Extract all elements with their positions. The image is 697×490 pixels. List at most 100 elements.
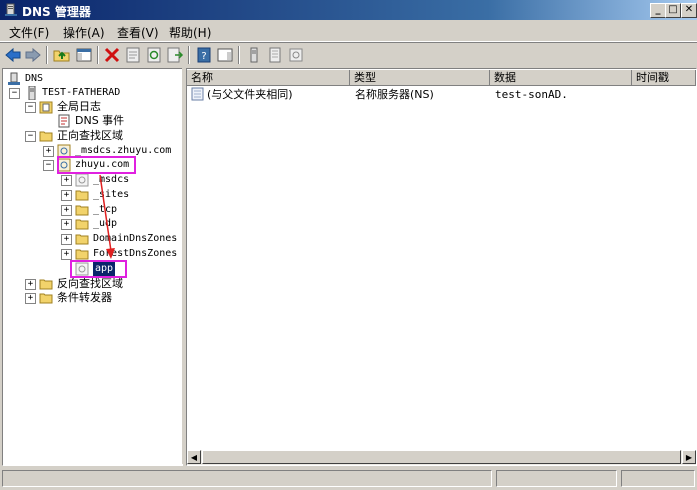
- folder-icon: [39, 131, 53, 142]
- menu-file[interactable]: 文件(F): [9, 24, 49, 41]
- show-hide-tree-button[interactable]: [75, 46, 93, 64]
- show-action-pane-button[interactable]: [216, 46, 234, 64]
- refresh-icon: [147, 47, 161, 63]
- expand-toggle[interactable]: +: [61, 234, 72, 245]
- log-folder-icon: [39, 101, 53, 114]
- highlight-box-app: [70, 260, 127, 278]
- column-header-timestamp[interactable]: 时间戳: [632, 70, 696, 86]
- zone-button[interactable]: [287, 46, 305, 64]
- title-bar: DNS 管理器 _ □ ✕: [0, 0, 697, 20]
- horizontal-scrollbar[interactable]: ◀ ▶: [187, 450, 696, 465]
- dns-app-icon: [5, 3, 17, 16]
- cell-name: (与父文件夹相同): [207, 88, 293, 101]
- action-pane-icon: [217, 48, 233, 62]
- scroll-thumb[interactable]: [202, 450, 681, 464]
- menu-bar: 文件(F) 操作(A) 查看(V) 帮助(H): [0, 21, 697, 42]
- minimize-button[interactable]: _: [650, 3, 666, 18]
- status-panel-main: [2, 470, 492, 487]
- toolbar-separator: [97, 46, 99, 64]
- menu-action[interactable]: 操作(A): [63, 24, 105, 41]
- delete-x-icon: [104, 47, 120, 63]
- collapse-toggle[interactable]: −: [9, 88, 20, 99]
- svg-text:?: ?: [201, 51, 206, 62]
- help-icon: ?: [197, 47, 211, 63]
- column-header-data[interactable]: 数据: [490, 70, 632, 86]
- tree-label: DNS: [25, 73, 44, 84]
- maximize-button[interactable]: □: [665, 3, 681, 18]
- toolbar-separator: [238, 46, 240, 64]
- properties-button[interactable]: [124, 46, 142, 64]
- menu-view[interactable]: 查看(V): [117, 24, 159, 41]
- expand-toggle[interactable]: +: [43, 146, 54, 157]
- menu-help[interactable]: 帮助(H): [169, 24, 211, 41]
- dns-root-icon: [8, 72, 20, 85]
- cell-type: 名称服务器(NS): [355, 88, 434, 101]
- tree-label: 反向查找区域: [57, 277, 123, 290]
- close-button[interactable]: ✕: [681, 3, 697, 18]
- status-panel-3: [621, 470, 695, 487]
- server-button[interactable]: [245, 46, 263, 64]
- expand-toggle[interactable]: +: [61, 249, 72, 260]
- scroll-left-button[interactable]: ◀: [187, 450, 201, 464]
- forward-arrow-icon: [25, 47, 41, 63]
- column-header-type[interactable]: 类型: [350, 70, 490, 86]
- forward-button[interactable]: [24, 46, 42, 64]
- console-tree-icon: [76, 48, 92, 62]
- folder-icon: [39, 293, 53, 304]
- tree-label: _sites: [93, 189, 130, 200]
- server-icon: [28, 86, 36, 100]
- toolbar: ?: [0, 42, 697, 68]
- event-log-icon: [58, 114, 70, 128]
- console-tree-pane[interactable]: DNS − TEST-FATHERAD − 全局日志 DNS 事件 − 正向查找…: [2, 68, 183, 466]
- status-bar: [0, 467, 697, 490]
- scroll-right-button[interactable]: ▶: [682, 450, 696, 464]
- tree-label: _udp: [93, 218, 118, 229]
- tree-label: ForestDnsZones: [93, 248, 178, 259]
- details-list-pane[interactable]: 名称 类型 数据 时间戳 (与父文件夹相同) 名称服务器(NS) test-so…: [186, 68, 697, 466]
- toolbar-separator: [46, 46, 48, 64]
- tree-label: 正向查找区域: [57, 129, 123, 142]
- tree-label: DNS 事件: [75, 114, 125, 127]
- folder-icon: [75, 249, 89, 260]
- collapse-toggle[interactable]: −: [25, 131, 36, 142]
- expand-toggle[interactable]: +: [61, 175, 72, 186]
- records-button[interactable]: [266, 46, 284, 64]
- folder-icon: [75, 219, 89, 230]
- column-header-name[interactable]: 名称: [187, 70, 350, 86]
- tree-label: DomainDnsZones: [93, 233, 178, 244]
- expand-toggle[interactable]: +: [61, 219, 72, 230]
- help-button[interactable]: ?: [195, 46, 213, 64]
- folder-up-icon: [53, 50, 70, 62]
- tree-label: _msdcs: [93, 174, 130, 185]
- export-icon: [167, 47, 184, 63]
- up-level-button[interactable]: [53, 46, 71, 64]
- tree-label: TEST-FATHERAD: [42, 87, 121, 98]
- expand-toggle[interactable]: +: [61, 205, 72, 216]
- status-panel-2: [496, 470, 617, 487]
- folder-icon: [39, 279, 53, 290]
- folder-icon: [75, 205, 89, 216]
- delegated-folder-icon: [75, 173, 89, 187]
- back-button[interactable]: [4, 46, 22, 64]
- highlight-box-zhuyu: [57, 156, 136, 174]
- delete-button[interactable]: [103, 46, 121, 64]
- collapse-toggle[interactable]: −: [25, 102, 36, 113]
- expand-toggle[interactable]: +: [61, 190, 72, 201]
- properties-icon: [126, 47, 140, 63]
- refresh-button[interactable]: [145, 46, 163, 64]
- record-icon: [191, 87, 204, 101]
- cell-data: test-sonAD.: [495, 88, 568, 101]
- export-list-button[interactable]: [166, 46, 184, 64]
- zone-icon: [289, 48, 303, 62]
- tree-label: _tcp: [93, 204, 118, 215]
- expand-toggle[interactable]: +: [25, 293, 36, 304]
- tree-label: 条件转发器: [57, 291, 112, 304]
- collapse-toggle[interactable]: −: [43, 160, 54, 171]
- records-icon: [269, 47, 281, 63]
- expand-toggle[interactable]: +: [25, 279, 36, 290]
- server-icon: [250, 47, 258, 63]
- folder-icon: [75, 190, 89, 201]
- toolbar-separator: [188, 46, 190, 64]
- back-arrow-icon: [5, 47, 21, 63]
- tree-label: 全局日志: [57, 100, 101, 113]
